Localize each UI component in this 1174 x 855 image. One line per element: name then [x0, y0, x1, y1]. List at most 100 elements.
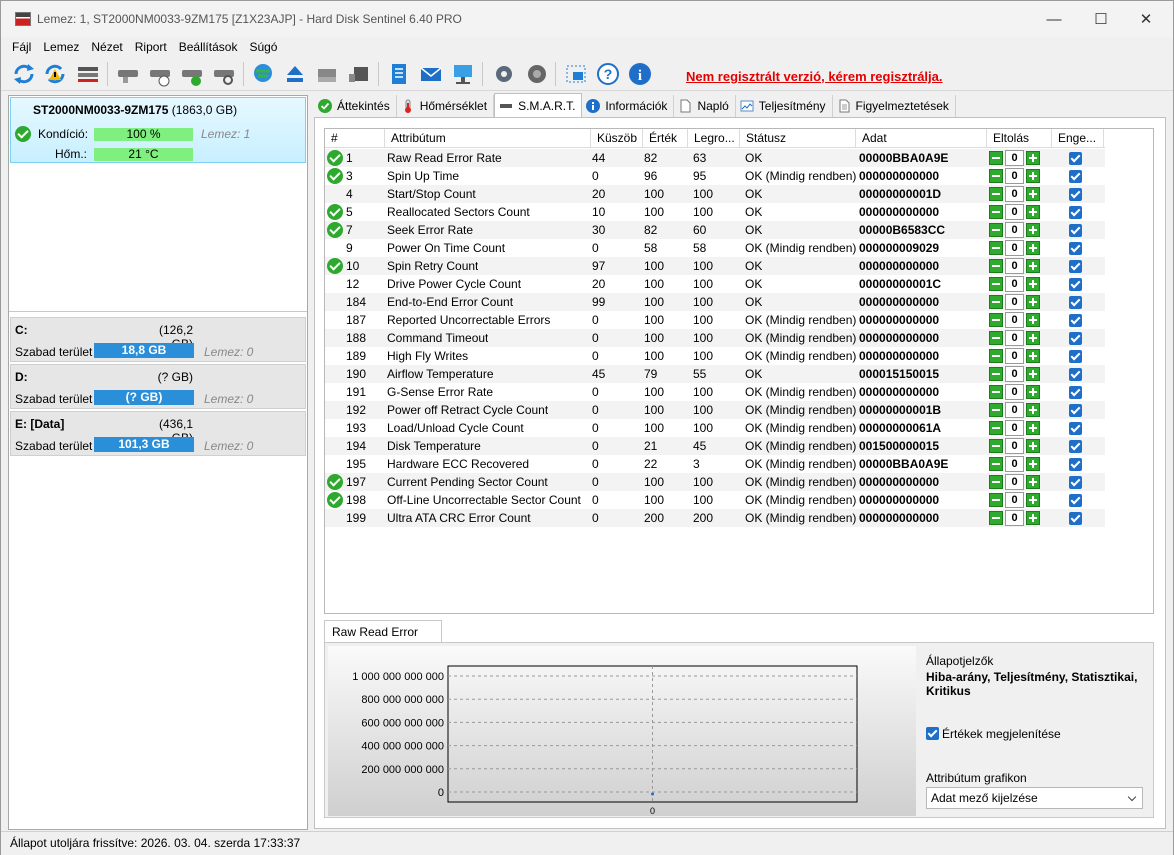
globe-icon[interactable]	[250, 61, 276, 87]
menu-view[interactable]: Nézet	[91, 40, 122, 54]
disk-icon[interactable]	[115, 61, 141, 87]
increment-button[interactable]	[1026, 439, 1040, 453]
increment-button[interactable]	[1026, 313, 1040, 327]
volume-card[interactable]: D: (? GB) Szabad terület (? GB) Lemez: 0	[10, 364, 306, 409]
increment-button[interactable]	[1026, 259, 1040, 273]
close-button[interactable]: ✕	[1123, 1, 1169, 37]
enable-checkbox[interactable]	[1069, 206, 1082, 219]
maximize-button[interactable]: ☐	[1078, 1, 1124, 37]
enable-checkbox[interactable]	[1069, 440, 1082, 453]
attribute-graph-select[interactable]: Adat mező kijelzése	[926, 787, 1143, 809]
table-row[interactable]: 12 Drive Power Cycle Count 20 100 100 OK 00000…	[325, 275, 1105, 293]
column-header[interactable]: #	[325, 129, 385, 148]
column-header[interactable]: Attribútum	[385, 129, 591, 148]
table-row[interactable]: 5 Reallocated Sectors Count 10 100 100 OK 0000…	[325, 203, 1105, 221]
table-row[interactable]: 192 Power off Retract Cycle Count 0 100 100 O…	[325, 401, 1105, 419]
info-icon[interactable]: i	[627, 61, 653, 87]
offset-value[interactable]: 0	[1005, 168, 1024, 184]
tab-info[interactable]: Információk	[582, 95, 675, 117]
decrement-button[interactable]	[989, 421, 1003, 435]
offset-value[interactable]: 0	[1005, 204, 1024, 220]
table-row[interactable]: 4 Start/Stop Count 20 100 100 OK 00000000001D 0	[325, 185, 1105, 203]
decrement-button[interactable]	[989, 259, 1003, 273]
decrement-button[interactable]	[989, 313, 1003, 327]
increment-button[interactable]	[1026, 151, 1040, 165]
refresh-icon[interactable]	[11, 61, 37, 87]
increment-button[interactable]	[1026, 385, 1040, 399]
decrement-button[interactable]	[989, 241, 1003, 255]
table-row[interactable]: 7 Seek Error Rate 30 82 60 OK 00000B6583CC 0	[325, 221, 1105, 239]
table-row[interactable]: 187 Reported Uncorrectable Errors 0 100 100 O…	[325, 311, 1105, 329]
increment-button[interactable]	[1026, 511, 1040, 525]
increment-button[interactable]	[1026, 457, 1040, 471]
column-header[interactable]: Küszöb	[591, 129, 643, 148]
increment-button[interactable]	[1026, 493, 1040, 507]
enable-checkbox[interactable]	[1069, 476, 1082, 489]
offset-value[interactable]: 0	[1005, 510, 1024, 526]
enable-checkbox[interactable]	[1069, 296, 1082, 309]
enable-checkbox[interactable]	[1069, 332, 1082, 345]
column-header[interactable]: Adat	[856, 129, 987, 148]
increment-button[interactable]	[1026, 277, 1040, 291]
decrement-button[interactable]	[989, 367, 1003, 381]
increment-button[interactable]	[1026, 349, 1040, 363]
eject-icon[interactable]	[282, 61, 308, 87]
offset-value[interactable]: 0	[1005, 384, 1024, 400]
decrement-button[interactable]	[989, 169, 1003, 183]
enable-checkbox[interactable]	[1069, 242, 1082, 255]
offset-value[interactable]: 0	[1005, 258, 1024, 274]
notepad-icon[interactable]	[386, 61, 412, 87]
decrement-button[interactable]	[989, 223, 1003, 237]
offset-value[interactable]: 0	[1005, 276, 1024, 292]
enable-checkbox[interactable]	[1069, 494, 1082, 507]
enable-checkbox[interactable]	[1069, 188, 1082, 201]
column-header[interactable]: Enge...	[1052, 129, 1104, 148]
decrement-button[interactable]	[989, 187, 1003, 201]
enable-checkbox[interactable]	[1069, 368, 1082, 381]
menu-settings[interactable]: Beállítások	[179, 40, 238, 54]
tab-chart[interactable]: Teljesítmény	[735, 95, 833, 117]
table-row[interactable]: 188 Command Timeout 0 100 100 OK (Mindig rend…	[325, 329, 1105, 347]
usb-drive-icon[interactable]	[346, 61, 372, 87]
decrement-button[interactable]	[989, 277, 1003, 291]
table-row[interactable]: 10 Spin Retry Count 97 100 100 OK 000000000000…	[325, 257, 1105, 275]
enable-checkbox[interactable]	[1069, 278, 1082, 291]
enable-checkbox[interactable]	[1069, 260, 1082, 273]
table-row[interactable]: 199 Ultra ATA CRC Error Count 0 200 200 OK (M…	[325, 509, 1105, 527]
offset-value[interactable]: 0	[1005, 420, 1024, 436]
disk-clock-icon[interactable]	[147, 61, 173, 87]
table-row[interactable]: 190 Airflow Temperature 45 79 55 OK 0000151500…	[325, 365, 1105, 383]
increment-button[interactable]	[1026, 223, 1040, 237]
increment-button[interactable]	[1026, 205, 1040, 219]
minimize-button[interactable]: —	[1031, 1, 1077, 37]
speaker-icon[interactable]	[523, 61, 549, 87]
enable-checkbox[interactable]	[1069, 350, 1082, 363]
disk-card[interactable]: ST2000NM0033-9ZM175 (1863,0 GB) Kondíció…	[10, 97, 306, 163]
decrement-button[interactable]	[989, 511, 1003, 525]
offset-value[interactable]: 0	[1005, 402, 1024, 418]
tab-disk[interactable]: S.M.A.R.T.	[494, 93, 583, 117]
offset-value[interactable]: 0	[1005, 438, 1024, 454]
decrement-button[interactable]	[989, 295, 1003, 309]
show-values-checkbox[interactable]	[926, 727, 939, 740]
gear-icon[interactable]	[491, 61, 517, 87]
help-icon[interactable]: ?	[595, 61, 621, 87]
enable-checkbox[interactable]	[1069, 152, 1082, 165]
offset-value[interactable]: 0	[1005, 366, 1024, 382]
mail-icon[interactable]	[418, 61, 444, 87]
increment-button[interactable]	[1026, 331, 1040, 345]
increment-button[interactable]	[1026, 241, 1040, 255]
tab-thermometer[interactable]: Hőmérséklet	[396, 95, 495, 117]
offset-value[interactable]: 0	[1005, 312, 1024, 328]
tab-document[interactable]: Napló	[674, 95, 736, 117]
unregistered-link[interactable]: Nem regisztrált verzió, kérem regisztrál…	[686, 69, 943, 84]
increment-button[interactable]	[1026, 403, 1040, 417]
chart-tab[interactable]: Raw Read Error Rate	[324, 620, 442, 661]
offset-value[interactable]: 0	[1005, 474, 1024, 490]
table-row[interactable]: 197 Current Pending Sector Count 0 100 100 OK…	[325, 473, 1105, 491]
offset-value[interactable]: 0	[1005, 330, 1024, 346]
table-row[interactable]: 194 Disk Temperature 0 21 45 OK (Mindig rendb…	[325, 437, 1105, 455]
decrement-button[interactable]	[989, 349, 1003, 363]
enable-checkbox[interactable]	[1069, 314, 1082, 327]
enable-checkbox[interactable]	[1069, 404, 1082, 417]
